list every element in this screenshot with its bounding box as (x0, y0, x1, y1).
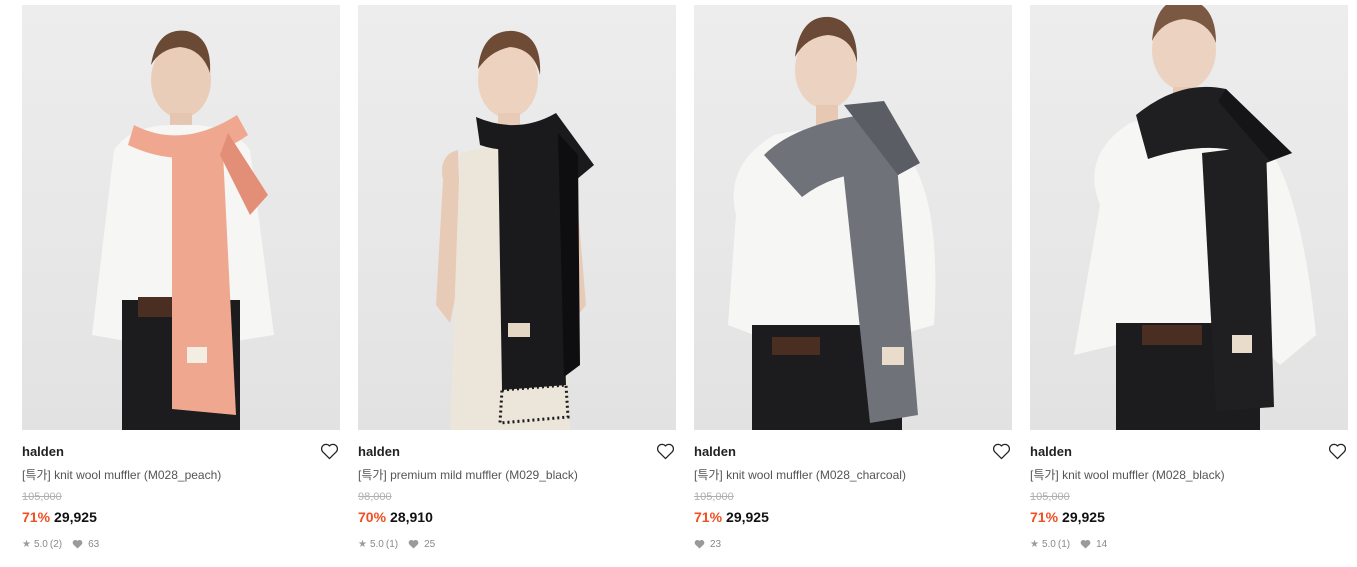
original-price: 105,000 (1030, 491, 1070, 503)
star-icon: ★ (1030, 538, 1039, 550)
like-count: 25 (424, 538, 436, 550)
original-price: 98,000 (358, 491, 392, 503)
heart-filled-icon (1080, 539, 1091, 549)
sale-price: 29,925 (1062, 509, 1105, 525)
star-icon: ★ (22, 538, 31, 550)
product-stats: ★ 5.0 (2) 63 (22, 537, 340, 551)
discount-rate: 71% (22, 509, 51, 525)
heart-filled-icon (694, 539, 705, 549)
product-stats: ★ 5.0 (1) 14 (1030, 537, 1348, 551)
product-card[interactable]: halden [특가] knit wool muffler (M028_peac… (22, 5, 340, 551)
star-icon: ★ (358, 538, 367, 550)
price-row: 71% 29,925 (1030, 509, 1348, 526)
product-name[interactable]: [특가] knit wool muffler (M028_peach) (22, 468, 340, 483)
heart-outline-icon[interactable] (1328, 442, 1347, 460)
discount-rate: 71% (1030, 509, 1059, 525)
product-name[interactable]: [특가] premium mild muffler (M029_black) (358, 468, 676, 483)
review-count: (2) (49, 538, 63, 550)
heart-filled-icon (72, 539, 83, 549)
price-row: 71% 29,925 (694, 509, 1012, 526)
product-name[interactable]: [특가] knit wool muffler (M028_charcoal) (694, 468, 1012, 483)
discount-rate: 71% (694, 509, 723, 525)
product-stats: ★ 5.0 (1) 25 (358, 537, 676, 551)
product-image[interactable] (694, 5, 1012, 430)
product-card[interactable]: halden [특가] premium mild muffler (M029_b… (358, 5, 676, 551)
brand-name[interactable]: halden (22, 444, 340, 460)
like-count: 14 (1096, 538, 1108, 550)
brand-name[interactable]: halden (358, 444, 676, 460)
original-price: 105,000 (22, 491, 62, 503)
product-card[interactable]: halden [특가] knit wool muffler (M028_blac… (1030, 5, 1348, 551)
price-row: 70% 28,910 (358, 509, 676, 526)
rating-value: 5.0 (369, 538, 384, 550)
like-count: 63 (88, 538, 100, 550)
original-price: 105,000 (694, 491, 734, 503)
discount-rate: 70% (358, 509, 387, 525)
heart-outline-icon[interactable] (992, 442, 1011, 460)
brand-name[interactable]: halden (694, 444, 1012, 460)
product-info: halden [특가] knit wool muffler (M028_peac… (22, 430, 340, 551)
heart-filled-icon (408, 539, 419, 549)
model-photo (1074, 5, 1316, 430)
review-count: (1) (385, 538, 399, 550)
product-card[interactable]: halden [특가] knit wool muffler (M028_char… (694, 5, 1012, 551)
brand-name[interactable]: halden (1030, 444, 1348, 460)
product-stats: 23 (694, 537, 1012, 551)
product-name[interactable]: [특가] knit wool muffler (M028_black) (1030, 468, 1348, 483)
product-info: halden [특가] knit wool muffler (M028_char… (694, 430, 1012, 551)
product-info: halden [특가] knit wool muffler (M028_blac… (1030, 430, 1348, 551)
sale-price: 29,925 (726, 509, 769, 525)
model-photo (436, 30, 594, 430)
model-photo (728, 16, 936, 430)
product-grid: halden [특가] knit wool muffler (M028_peac… (22, 5, 1348, 551)
product-image[interactable] (1030, 5, 1348, 430)
rating-value: 5.0 (1041, 538, 1056, 550)
product-image[interactable] (22, 5, 340, 430)
price-row: 71% 29,925 (22, 509, 340, 526)
sale-price: 29,925 (54, 509, 97, 525)
rating-value: 5.0 (33, 538, 48, 550)
review-count: (1) (1057, 538, 1071, 550)
like-count: 23 (710, 538, 722, 550)
heart-outline-icon[interactable] (320, 442, 339, 460)
product-image[interactable] (358, 5, 676, 430)
model-photo (92, 30, 274, 430)
heart-outline-icon[interactable] (656, 442, 675, 460)
sale-price: 28,910 (390, 509, 433, 525)
product-info: halden [특가] premium mild muffler (M029_b… (358, 430, 676, 551)
